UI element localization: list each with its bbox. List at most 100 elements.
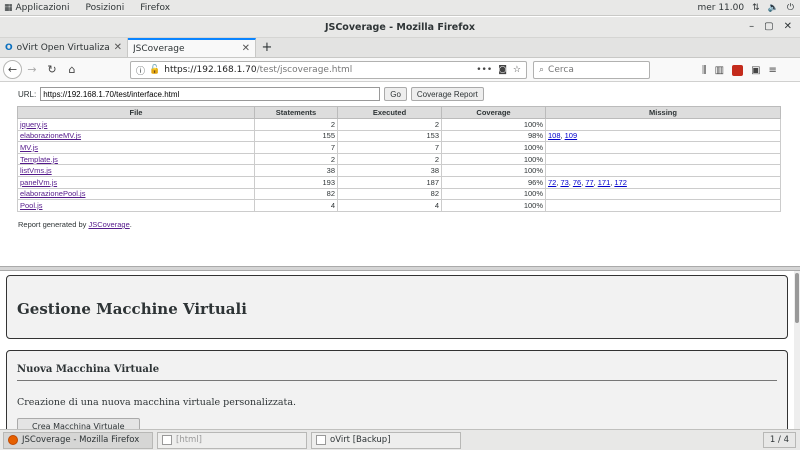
page-actions-icon[interactable]: ••• (476, 65, 492, 75)
executed-cell: 2 (337, 152, 442, 166)
statements-cell: 155 (254, 129, 338, 143)
missing-line-link[interactable]: 73 (560, 178, 568, 187)
bookmark-star-icon[interactable]: ☆ (513, 65, 521, 75)
executed-cell: 38 (337, 164, 442, 177)
coverage-frame: URL: Go Coverage Report File Statements … (0, 83, 800, 267)
workspace-switcher[interactable]: 1 / 4 (762, 432, 796, 448)
coverage-cell: 100% (441, 199, 546, 212)
firefox-icon (8, 435, 18, 445)
coverage-report-button[interactable]: Coverage Report (410, 87, 484, 101)
places-menu[interactable]: Posizioni (78, 3, 133, 13)
scrollbar-thumb[interactable] (795, 273, 799, 323)
statements-cell: 2 (254, 152, 338, 166)
minimize-icon[interactable]: – (749, 21, 754, 32)
coverage-cell: 100% (441, 118, 546, 131)
table-row: jquery.js 2 2 100% (17, 118, 781, 131)
jscoverage-link[interactable]: JSCoverage (88, 220, 129, 229)
pocket-icon[interactable]: ◙ (498, 65, 507, 75)
column-header-coverage[interactable]: Coverage (441, 106, 546, 119)
table-row: elaborazioneMV.js 155 153 98% 108, 109 (17, 129, 781, 143)
coverage-cell: 98% (441, 129, 546, 143)
file-link[interactable]: Template.js (20, 155, 58, 164)
taskbar-item-html[interactable]: [html] (157, 431, 307, 449)
extension-icon[interactable] (732, 64, 744, 76)
applications-menu[interactable]: ▦ Applicazioni (0, 3, 78, 13)
statements-cell: 4 (254, 199, 338, 212)
coverage-url-input[interactable] (40, 87, 381, 101)
statements-cell: 193 (254, 175, 338, 189)
missing-line-link[interactable]: 76 (573, 178, 581, 187)
coverage-cell: 100% (441, 187, 546, 201)
firefox-menu[interactable]: Firefox (132, 3, 178, 13)
url-bar[interactable]: ⓘ 🔓 https://192.168.1.70/test/jscoverage… (130, 61, 527, 79)
close-tab-icon[interactable]: ✕ (114, 42, 122, 53)
executed-cell: 7 (337, 141, 442, 154)
search-icon: ⌕ (539, 65, 545, 75)
ovirt-favicon-icon: O (5, 42, 13, 53)
search-placeholder: Cerca (548, 65, 574, 75)
taskbar-item-firefox[interactable]: JSCoverage - Mozilla Firefox (3, 431, 153, 449)
table-row: Template.js 2 2 100% (17, 152, 781, 166)
scrollbar[interactable] (794, 271, 800, 429)
tab-ovirt[interactable]: O oVirt Open Virtualization M ✕ (0, 38, 128, 57)
new-tab-button[interactable]: + (256, 38, 278, 57)
lock-warning-icon[interactable]: 🔓 (149, 65, 160, 75)
volume-icon[interactable]: 🔈 (768, 3, 779, 13)
coverage-cell: 96% (441, 175, 546, 189)
file-link[interactable]: elaborazionePool.js (20, 189, 85, 198)
column-header-file[interactable]: File (17, 106, 255, 119)
taskbar-item-label: [html] (176, 435, 202, 445)
close-window-icon[interactable]: ✕ (784, 21, 792, 32)
missing-line-link[interactable]: 108 (548, 131, 561, 140)
column-header-executed[interactable]: Executed (337, 106, 442, 119)
url-host: https://192.168.1.70 (164, 65, 257, 75)
file-link[interactable]: jquery.js (20, 120, 47, 129)
info-icon[interactable]: ⓘ (136, 64, 145, 77)
back-button[interactable]: ← (3, 60, 22, 79)
forward-button[interactable]: → (22, 60, 42, 80)
clock[interactable]: mer 11.00 (697, 3, 744, 13)
maximize-icon[interactable]: ▢ (764, 21, 773, 32)
home-button[interactable]: ⌂ (62, 60, 82, 80)
missing-line-link[interactable]: 77 (585, 178, 593, 187)
window-title: JSCoverage - Mozilla Firefox (324, 21, 476, 33)
statements-cell: 7 (254, 141, 338, 154)
statements-cell: 38 (254, 164, 338, 177)
coverage-table: File Statements Executed Coverage Missin… (17, 106, 781, 212)
missing-cell: 72, 73, 76, 77, 171, 172 (545, 175, 781, 189)
missing-cell (545, 164, 781, 177)
missing-line-link[interactable]: 172 (614, 178, 627, 187)
file-cell: Template.js (17, 152, 255, 166)
file-link[interactable]: Pool.js (20, 201, 43, 210)
column-header-statements[interactable]: Statements (254, 106, 338, 119)
taskbar: JSCoverage - Mozilla Firefox [html] oVir… (0, 429, 800, 450)
network-icon[interactable]: ⇅ (752, 3, 760, 13)
taskbar-item-ovirt-backup[interactable]: oVirt [Backup] (311, 431, 461, 449)
file-cell: jquery.js (17, 118, 255, 131)
power-icon[interactable]: ⏻ (787, 3, 794, 13)
menu-icon[interactable]: ≡ (769, 65, 777, 76)
sidebar-icon[interactable]: ▥ (715, 65, 724, 76)
search-input[interactable]: ⌕ Cerca (533, 61, 650, 79)
library-icon[interactable]: ⫼ (702, 65, 707, 76)
file-cell: elaborazionePool.js (17, 187, 255, 201)
file-link[interactable]: panelVm.js (20, 178, 57, 187)
tab-jscoverage[interactable]: JSCoverage ✕ (128, 38, 256, 57)
missing-line-link[interactable]: 171 (598, 178, 611, 187)
file-cell: panelVm.js (17, 175, 255, 189)
file-link[interactable]: elaborazioneMV.js (20, 131, 81, 140)
create-vm-button[interactable]: Crea Macchina Virtuale (17, 418, 140, 429)
reload-button[interactable]: ↻ (42, 60, 62, 80)
file-link[interactable]: MV.js (20, 143, 38, 152)
table-header-row: File Statements Executed Coverage Missin… (17, 106, 781, 119)
go-button[interactable]: Go (384, 87, 407, 101)
missing-line-link[interactable]: 109 (565, 131, 578, 140)
section-description: Creazione di una nuova macchina virtuale… (17, 397, 297, 408)
close-tab-icon[interactable]: ✕ (242, 43, 250, 54)
taskbar-item-label: JSCoverage - Mozilla Firefox (22, 435, 140, 445)
file-link[interactable]: listVms.js (20, 166, 52, 175)
missing-cell (545, 187, 781, 201)
tab-label: JSCoverage (133, 43, 185, 54)
screenshot-icon[interactable]: ▣ (751, 65, 760, 76)
table-row: MV.js 7 7 100% (17, 141, 781, 154)
